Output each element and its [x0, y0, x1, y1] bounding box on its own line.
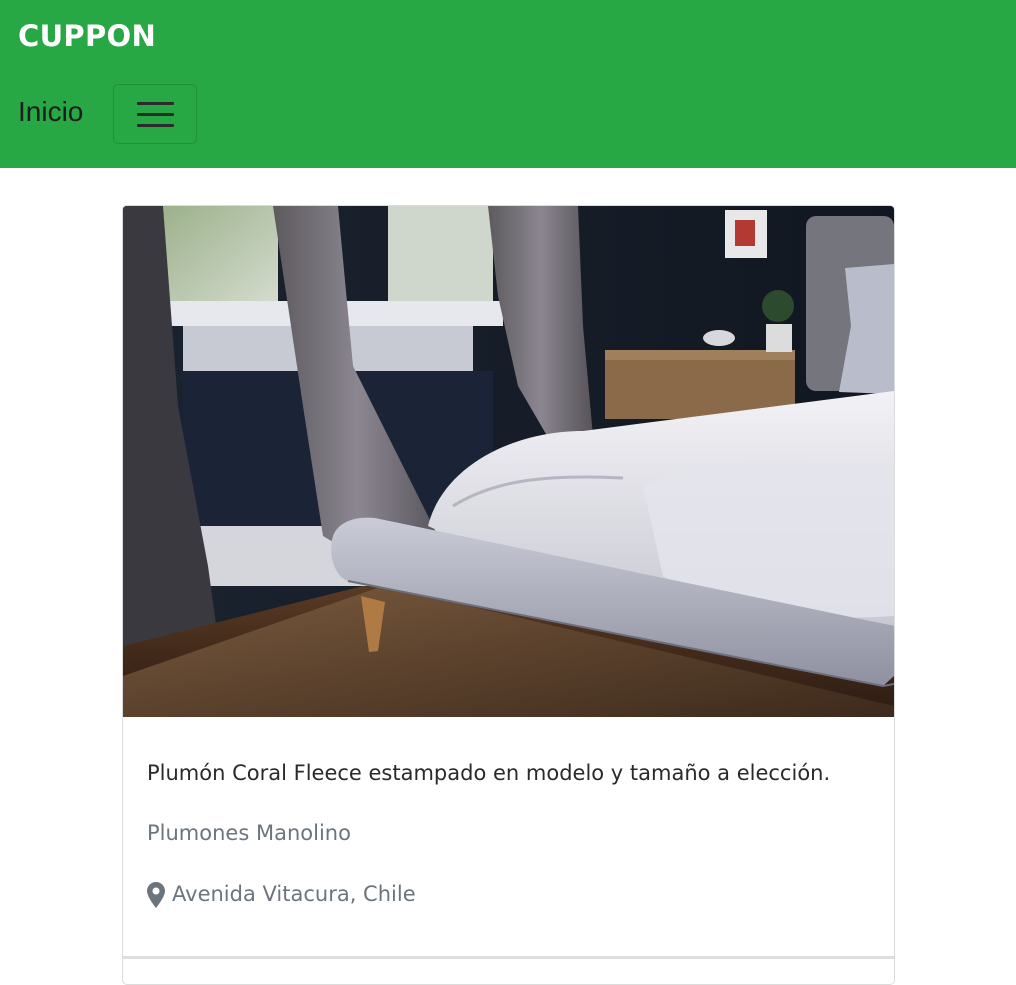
map-marker-icon [147, 882, 165, 908]
location-text: Avenida Vitacura, Chile [172, 882, 416, 907]
navbar: CUPPON Inicio [0, 0, 1016, 168]
location: Avenida Vitacura, Chile [147, 880, 416, 910]
product-image[interactable] [123, 206, 894, 717]
coupon-card[interactable]: Plumón Coral Fleece estampado en modelo … [122, 205, 895, 985]
brand-logo[interactable]: CUPPON [18, 22, 156, 51]
store-name: Plumones Manolino [147, 821, 351, 845]
coupon-title: Plumón Coral Fleece estampado en modelo … [147, 761, 831, 785]
card-footer-divider [123, 956, 894, 959]
nav-link-inicio[interactable]: Inicio [18, 98, 83, 126]
navbar-toggler-button[interactable] [113, 84, 197, 144]
